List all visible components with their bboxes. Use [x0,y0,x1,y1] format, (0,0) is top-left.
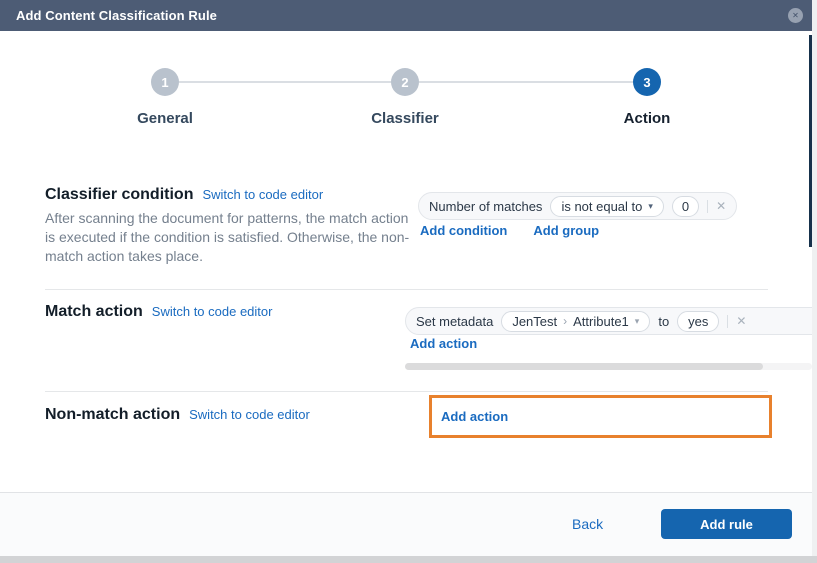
add-group-link[interactable]: Add group [533,223,599,238]
stepper-connector [179,81,391,83]
metadata-attribute: Attribute1 [573,314,629,329]
divider [727,315,728,328]
vertical-scrollbar-thumb[interactable] [809,35,812,247]
match-add-action-link[interactable]: Add action [410,336,477,351]
background-bottom-strip [0,556,817,563]
step-label-classifier[interactable]: Classifier [335,110,475,127]
step-circle-general[interactable]: 1 [151,68,179,96]
section-divider [45,289,768,290]
horizontal-scrollbar-track[interactable] [405,363,812,370]
modal-title: Add Content Classification Rule [16,8,217,23]
match-action-links-row: Add action [410,336,477,351]
classifier-condition-switch-to-code-editor-link[interactable]: Switch to code editor [202,187,323,202]
divider [707,200,708,213]
modal-header: Add Content Classification Rule [0,0,812,31]
step-label-action[interactable]: Action [577,110,717,127]
condition-value: 0 [682,199,689,214]
close-icon[interactable]: ✕ [788,8,803,23]
horizontal-scrollbar-thumb[interactable] [405,363,763,370]
step-circle-classifier[interactable]: 2 [391,68,419,96]
condition-links-row: Add condition Add group [420,223,599,238]
condition-value-input[interactable]: 0 [672,196,699,217]
non-match-add-action-link[interactable]: Add action [441,409,508,424]
back-button[interactable]: Back [572,516,603,532]
match-action-switch-to-code-editor-link[interactable]: Switch to code editor [152,304,273,319]
classifier-condition-description: After scanning the document for patterns… [45,209,411,266]
section-divider [45,391,768,392]
add-condition-link[interactable]: Add condition [420,223,507,238]
background-sliver [812,0,817,563]
non-match-action-title: Non-match action [45,406,180,424]
condition-operator-dropdown[interactable]: is not equal to ▾ [550,196,663,217]
to-label: to [658,314,669,329]
metadata-value-input[interactable]: yes [677,311,719,332]
non-match-action-heading-row: Non-match action Switch to code editor [45,406,310,424]
classifier-condition-title: Classifier condition [45,186,193,204]
highlight-annotation-box: Add action [429,395,772,438]
set-metadata-label: Set metadata [416,314,493,329]
modal: Add Content Classification Rule ✕ 1 2 3 … [0,0,812,563]
condition-row: Number of matches is not equal to ▾ 0 ✕ [418,192,737,220]
remove-condition-icon[interactable]: ✕ [716,200,726,212]
step-label-general[interactable]: General [95,110,235,127]
match-action-heading-row: Match action Switch to code editor [45,303,272,321]
non-match-action-switch-to-code-editor-link[interactable]: Switch to code editor [189,407,310,422]
add-content-classification-rule-dialog: Add Content Classification Rule ✕ 1 2 3 … [0,0,817,563]
chevron-down-icon: ▾ [648,202,653,211]
match-action-row: Set metadata JenTest › Attribute1 ▾ to y… [405,307,812,335]
metadata-value: yes [688,314,708,329]
match-action-title: Match action [45,303,143,321]
remove-action-icon[interactable]: ✕ [736,315,746,327]
condition-operator-value: is not equal to [561,199,642,214]
stepper-connector [419,81,633,83]
chevron-right-icon: › [563,315,567,327]
add-rule-button[interactable]: Add rule [661,509,792,539]
classifier-condition-heading-row: Classifier condition Switch to code edit… [45,186,323,204]
step-circle-action[interactable]: 3 [633,68,661,96]
condition-field-label: Number of matches [429,199,542,214]
metadata-source: JenTest [512,314,557,329]
metadata-attribute-dropdown[interactable]: JenTest › Attribute1 ▾ [501,311,650,332]
chevron-down-icon: ▾ [635,317,640,326]
